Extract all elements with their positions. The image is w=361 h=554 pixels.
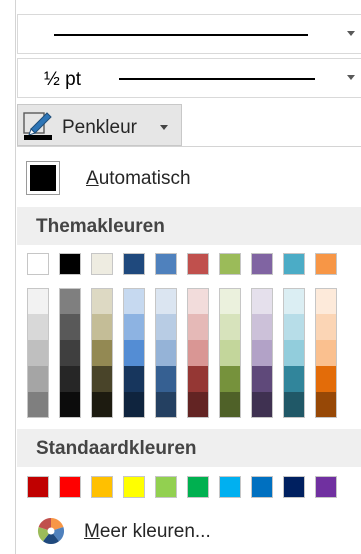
theme-color-shade-swatch[interactable] [315,340,337,366]
theme-color-shade-swatch[interactable] [155,288,177,314]
theme-color-shade-swatch[interactable] [251,366,273,392]
theme-color-shade-swatch[interactable] [155,392,177,418]
theme-color-shade-swatch[interactable] [59,314,81,340]
standard-color-swatch[interactable] [187,476,209,498]
standard-color-swatch[interactable] [251,476,273,498]
standard-colors-header: Standaardkleuren [17,429,361,467]
theme-color-swatch[interactable] [91,253,113,275]
standard-color-swatch[interactable] [91,476,113,498]
theme-color-shade-swatch[interactable] [251,314,273,340]
standard-color-swatch[interactable] [219,476,241,498]
theme-color-shade-swatch[interactable] [27,288,49,314]
theme-color-shade-swatch[interactable] [59,288,81,314]
theme-color-shade-swatch[interactable] [123,288,145,314]
theme-color-shade-swatch[interactable] [283,288,305,314]
chevron-down-icon [347,31,355,36]
theme-color-shade-swatch[interactable] [155,366,177,392]
theme-color-swatch[interactable] [155,253,177,275]
theme-color-shade-swatch[interactable] [123,392,145,418]
theme-color-shade-swatch[interactable] [315,392,337,418]
theme-color-shade-swatch[interactable] [123,314,145,340]
theme-color-shade-swatch[interactable] [187,314,209,340]
theme-color-shade-swatch[interactable] [251,340,273,366]
theme-color-shade-swatch[interactable] [91,340,113,366]
theme-color-shade-swatch[interactable] [187,392,209,418]
theme-color-shade-swatch[interactable] [27,314,49,340]
theme-color-shade-swatch[interactable] [219,366,241,392]
theme-color-shade-swatch[interactable] [251,392,273,418]
theme-color-shade-swatch[interactable] [251,288,273,314]
theme-color-shade-swatch[interactable] [59,392,81,418]
theme-color-swatch[interactable] [187,253,209,275]
theme-color-shade-swatch[interactable] [219,340,241,366]
standard-color-swatch[interactable] [315,476,337,498]
theme-color-shade-swatch[interactable] [91,288,113,314]
theme-color-swatch[interactable] [27,253,49,275]
color-palette-icon [37,517,65,545]
standard-color-swatch[interactable] [155,476,177,498]
theme-color-shade-swatch[interactable] [283,392,305,418]
theme-color-swatch[interactable] [283,253,305,275]
theme-color-shade-swatch[interactable] [315,366,337,392]
more-colors-label: Meer kleuren... [84,521,211,542]
theme-color-shade-swatch[interactable] [155,314,177,340]
theme-color-swatch[interactable] [219,253,241,275]
theme-color-shade-swatch[interactable] [123,340,145,366]
theme-color-shade-swatch[interactable] [27,392,49,418]
standard-colors-title: Standaardkleuren [36,438,197,459]
theme-color-shade-swatch[interactable] [219,288,241,314]
theme-color-swatch[interactable] [123,253,145,275]
pen-color-icon [23,112,52,140]
theme-color-swatch[interactable] [59,253,81,275]
theme-color-shade-swatch[interactable] [59,340,81,366]
theme-color-shade-swatch[interactable] [315,288,337,314]
standard-color-swatch[interactable] [283,476,305,498]
pen-color-button[interactable]: Penkleur [17,104,182,146]
theme-color-shade-swatch[interactable] [27,366,49,392]
line-style-preview [54,34,308,36]
theme-color-shade-swatch[interactable] [315,314,337,340]
line-weight-dropdown[interactable]: ½ pt [17,58,361,98]
standard-color-swatch[interactable] [59,476,81,498]
theme-color-swatch[interactable] [315,253,337,275]
theme-color-shade-swatch[interactable] [27,340,49,366]
pen-color-label: Penkleur [62,117,137,138]
more-colors-item[interactable]: Meer kleuren... [17,515,361,549]
theme-color-shade-swatch[interactable] [283,340,305,366]
pen-color-menu: Automatisch Themakleuren Standaardkleure… [17,146,361,554]
automatic-color-swatch [26,161,60,195]
standard-color-swatch[interactable] [123,476,145,498]
line-weight-preview [119,78,315,80]
automatic-color-label: Automatisch [86,168,191,189]
theme-color-shade-swatch[interactable] [283,366,305,392]
theme-color-shade-swatch[interactable] [219,314,241,340]
theme-colors-header: Themakleuren [17,207,361,245]
theme-color-shade-swatch[interactable] [187,288,209,314]
theme-color-shade-swatch[interactable] [59,366,81,392]
theme-color-shade-swatch[interactable] [91,314,113,340]
chevron-down-icon [347,75,355,80]
theme-color-shade-swatch[interactable] [123,366,145,392]
theme-color-shade-swatch[interactable] [91,392,113,418]
chevron-down-icon [160,125,168,130]
outline-format-panel: ½ pt Penkleur Automatisch Themakleuren S… [15,0,361,554]
theme-colors-title: Themakleuren [36,216,165,237]
theme-color-shade-swatch[interactable] [155,340,177,366]
theme-color-shade-swatch[interactable] [219,392,241,418]
theme-color-shade-swatch[interactable] [187,340,209,366]
standard-color-swatch[interactable] [27,476,49,498]
automatic-color-item[interactable]: Automatisch [17,157,361,199]
theme-color-shade-swatch[interactable] [187,366,209,392]
line-weight-value: ½ pt [44,69,81,90]
line-style-dropdown[interactable] [17,14,361,54]
theme-color-shade-swatch[interactable] [91,366,113,392]
theme-color-swatch[interactable] [251,253,273,275]
theme-color-shade-swatch[interactable] [283,314,305,340]
